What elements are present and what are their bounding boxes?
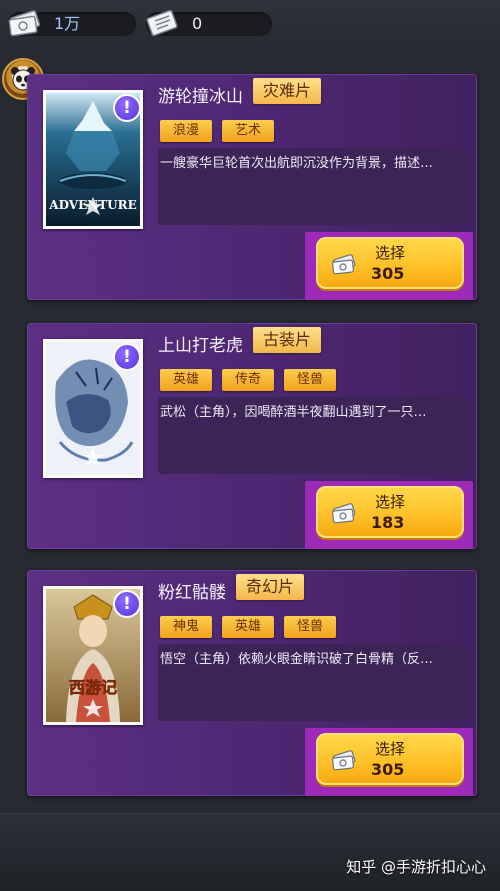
tag: 怪兽: [284, 369, 336, 391]
watermark-text: 知乎 @手游折扣心心: [346, 858, 486, 876]
tag: 艺术: [222, 120, 274, 142]
tag: 传奇: [222, 369, 274, 391]
script-card: ADVENTURE ! 游轮撞冰山 灾难片 浪漫 艺术 一艘豪华巨轮首次出航即沉…: [27, 74, 477, 300]
select-label: 选择: [374, 740, 405, 758]
money-icon: [8, 10, 41, 37]
title-text: 游轮撞冰山: [158, 87, 243, 107]
select-area: 选择 305: [305, 728, 473, 796]
select-label: 选择: [374, 493, 405, 511]
script-card: ! 上山打老虎 古装片 英雄 传奇 怪兽 武松（主角），因喝醉酒半夜翻山遇到了一…: [27, 323, 477, 549]
exclamation-icon[interactable]: !: [113, 94, 141, 122]
select-area: 选择 183: [305, 481, 473, 549]
script-card: 西游记 ! 粉红骷髅 奇幻片 神鬼 英雄 怪兽 悟空（主角）依赖火眼金睛识破了白…: [27, 570, 477, 796]
card-title: 游轮撞冰山: [158, 82, 243, 107]
ticket-value: 0: [192, 14, 203, 33]
genre-badge: 灾难片: [253, 78, 322, 104]
tag: 神鬼: [160, 616, 212, 638]
tag: 怪兽: [284, 616, 336, 638]
money-counter: 1万: [8, 10, 136, 37]
select-button[interactable]: 选择 305: [316, 237, 464, 289]
exclamation-icon[interactable]: !: [113, 343, 141, 371]
description-text: 悟空（主角）依赖火眼金睛识破了白骨精（反…: [160, 652, 434, 667]
description-box: 武松（主角），因喝醉酒半夜翻山遇到了一只…: [158, 397, 466, 474]
price-value: 305: [371, 264, 405, 283]
tag: 英雄: [160, 369, 212, 391]
price-value: 183: [371, 513, 405, 532]
card-title: 上山打老虎: [158, 331, 243, 356]
top-resource-bar: 1万 0: [0, 0, 500, 52]
title-text: 上山打老虎: [158, 336, 243, 356]
select-label: 选择: [374, 244, 405, 262]
title-text: 粉红骷髅: [158, 583, 226, 603]
description-text: 武松（主角），因喝醉酒半夜翻山遇到了一只…: [160, 405, 427, 420]
genre-badge: 古装片: [253, 327, 322, 353]
genre-badge: 奇幻片: [236, 574, 305, 600]
tag: 浪漫: [160, 120, 212, 142]
description-text: 一艘豪华巨轮首次出航即沉没作为背景，描述…: [160, 156, 434, 171]
card-title: 粉红骷髅: [158, 578, 226, 603]
select-button[interactable]: 选择 305: [316, 733, 464, 785]
ticket-icon: [146, 9, 178, 37]
exclamation-icon[interactable]: !: [113, 590, 141, 618]
select-button[interactable]: 选择 183: [316, 486, 464, 538]
tag: 英雄: [222, 616, 274, 638]
description-box: 悟空（主角）依赖火眼金睛识破了白骨精（反…: [158, 644, 466, 721]
description-box: 一艘豪华巨轮首次出航即沉没作为背景，描述…: [158, 148, 466, 225]
select-area: 选择 305: [305, 232, 473, 300]
price-value: 305: [371, 760, 405, 779]
bottom-bar: 知乎 @手游折扣心心: [0, 813, 500, 891]
money-value: 1万: [54, 14, 81, 33]
ticket-counter: 0: [146, 9, 272, 37]
poster-title-text: 西游记: [69, 678, 117, 697]
